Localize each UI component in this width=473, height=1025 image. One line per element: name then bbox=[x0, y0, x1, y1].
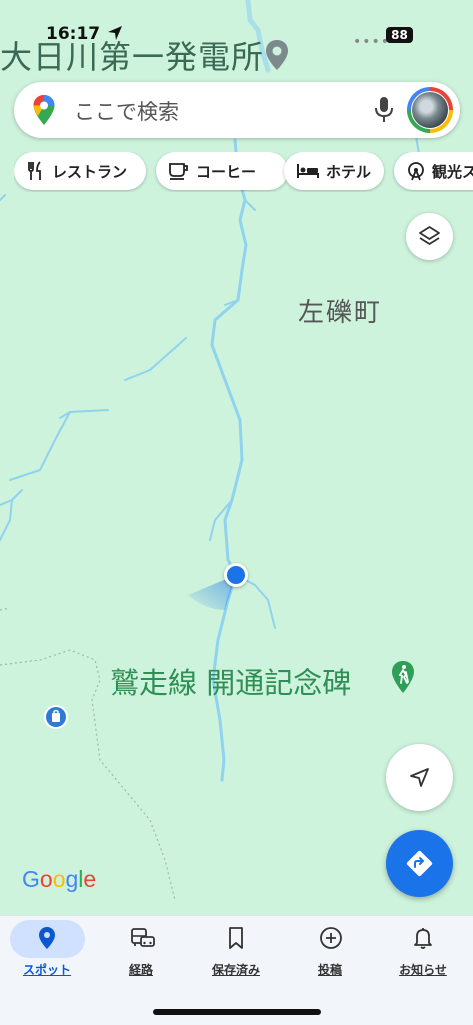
nav-tab-saved[interactable]: 保存済み bbox=[189, 916, 283, 986]
google-logo-letter: g bbox=[65, 866, 79, 892]
google-logo-letter: o bbox=[52, 866, 66, 892]
bookmark-icon bbox=[229, 927, 243, 949]
status-time: 16:17 bbox=[46, 24, 101, 44]
directions-icon bbox=[406, 850, 433, 877]
chip-label: 観光ス bbox=[432, 162, 473, 181]
commute-icon bbox=[131, 928, 155, 947]
category-chips: レストラン コーヒー ホテル 観光ス bbox=[14, 152, 473, 192]
chip-label: レストラン bbox=[52, 162, 128, 181]
chip-label: コーヒー bbox=[196, 162, 257, 181]
hotel-icon bbox=[297, 164, 319, 178]
avatar-photo bbox=[411, 91, 449, 129]
directions-button[interactable] bbox=[386, 830, 453, 897]
nav-tab-explore[interactable]: スポット bbox=[0, 916, 94, 986]
google-maps-pin-icon bbox=[33, 95, 55, 125]
nav-label: スポット bbox=[22, 963, 71, 977]
nav-label: お知らせ bbox=[399, 963, 447, 977]
town-label: 左礫町 bbox=[298, 298, 383, 328]
search-bar[interactable]: ここで検索 bbox=[14, 82, 460, 138]
account-avatar[interactable] bbox=[407, 87, 453, 133]
layers-icon bbox=[419, 226, 440, 245]
shopping-bag-icon[interactable] bbox=[43, 704, 69, 730]
nav-tab-commute[interactable]: 経路 bbox=[94, 916, 188, 986]
add-circle-icon bbox=[320, 927, 342, 949]
my-location-button[interactable] bbox=[386, 744, 453, 811]
navigation-arrow-icon bbox=[410, 768, 429, 787]
chip-label: ホテル bbox=[326, 162, 372, 181]
bell-icon bbox=[414, 928, 432, 949]
nav-label: 保存済み bbox=[211, 963, 260, 977]
hiking-icon[interactable] bbox=[390, 660, 416, 694]
google-logo-letter: e bbox=[83, 866, 97, 892]
poi-label-monument[interactable]: 鷲走線 開通記念碑 bbox=[110, 660, 351, 702]
battery-indicator: 88 bbox=[386, 27, 413, 43]
microphone-icon[interactable] bbox=[374, 96, 394, 124]
nav-tab-contribute[interactable]: 投稿 bbox=[283, 916, 377, 986]
chip-hotel[interactable]: ホテル bbox=[284, 152, 384, 190]
chip-attractions[interactable]: 観光ス bbox=[394, 152, 473, 190]
search-input[interactable]: ここで検索 bbox=[74, 96, 179, 126]
coffee-icon bbox=[169, 163, 188, 180]
signal-dots-icon: •••• bbox=[353, 34, 391, 50]
chip-coffee[interactable]: コーヒー bbox=[156, 152, 288, 190]
status-bar: 16:17 •••• 88 bbox=[0, 0, 473, 70]
nav-label: 経路 bbox=[128, 963, 153, 977]
attractions-icon bbox=[408, 162, 424, 181]
chip-restaurant[interactable]: レストラン bbox=[14, 152, 146, 190]
current-location-dot[interactable] bbox=[224, 563, 248, 587]
restaurant-icon bbox=[28, 161, 41, 180]
google-logo: Google bbox=[22, 866, 96, 893]
location-arrow-icon bbox=[108, 26, 122, 40]
pin-icon bbox=[39, 927, 55, 949]
google-logo-letter: G bbox=[22, 866, 40, 892]
google-logo-letter: o bbox=[39, 866, 53, 892]
nav-label: 投稿 bbox=[317, 963, 342, 977]
home-indicator[interactable] bbox=[153, 1009, 321, 1015]
nav-tab-updates[interactable]: お知らせ bbox=[376, 916, 470, 986]
layers-button[interactable] bbox=[406, 213, 453, 260]
